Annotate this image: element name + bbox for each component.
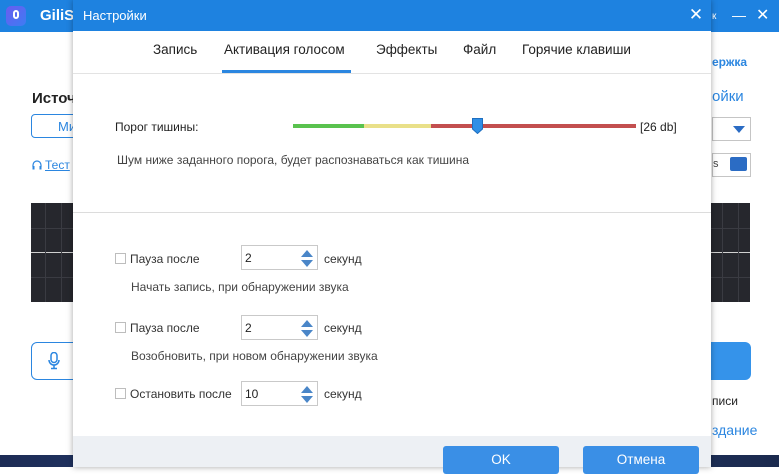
- stepper-up-icon[interactable]: [300, 319, 314, 328]
- pause-after-start-checkbox[interactable]: [115, 253, 126, 264]
- pause-after-start-description: Начать запись, при обнаружении звука: [131, 280, 349, 294]
- tab-voice-activation[interactable]: Активация голосом: [224, 42, 345, 57]
- minimize-icon[interactable]: —: [732, 7, 746, 23]
- tab-record[interactable]: Запись: [153, 42, 197, 57]
- pause-after-start-unit: секунд: [324, 252, 362, 266]
- background-dropdown[interactable]: [712, 117, 751, 141]
- background-support-link[interactable]: ержка: [712, 55, 747, 69]
- stepper-up-icon[interactable]: [300, 249, 314, 258]
- close-icon[interactable]: ✕: [756, 5, 769, 25]
- pause-after-start-label: Пауза после: [130, 252, 200, 266]
- headphones-icon: [32, 160, 42, 170]
- silence-threshold-value: [26 db]: [640, 120, 677, 134]
- stepper-value: 2: [245, 321, 252, 335]
- background-records-label: писи: [712, 394, 738, 408]
- background-start-button[interactable]: [710, 342, 751, 380]
- dialog-title: Настройки: [83, 8, 147, 23]
- stepper-value: 2: [245, 251, 252, 265]
- app-logo-icon: [6, 6, 26, 26]
- pause-after-resume-checkbox[interactable]: [115, 322, 126, 333]
- tab-file[interactable]: Файл: [463, 42, 496, 57]
- slider-thumb[interactable]: [472, 118, 483, 134]
- stop-after-label: Остановить после: [130, 387, 232, 401]
- dialog-titlebar: Настройки ✕: [73, 0, 711, 31]
- stepper-down-icon[interactable]: [300, 329, 314, 338]
- background-test-link-label: Тест: [45, 158, 70, 172]
- pause-after-resume-description: Возобновить, при новом обнаружении звука: [131, 349, 378, 363]
- pause-after-resume-label: Пауза после: [130, 321, 200, 335]
- chevron-down-icon: [733, 126, 745, 133]
- background-source-heading: Источ: [32, 90, 76, 107]
- settings-dialog: Настройки ✕ Запись Активация голосом Эфф…: [73, 0, 711, 474]
- background-waveform-panel-left: [31, 203, 76, 302]
- silence-threshold-hint: Шум ниже заданного порога, будет распозн…: [117, 153, 470, 167]
- tab-effects[interactable]: Эффекты: [376, 42, 437, 57]
- background-path-text: s: [713, 158, 719, 170]
- pause-after-start-stepper[interactable]: 2: [241, 245, 318, 270]
- silence-threshold-label: Порог тишины:: [115, 120, 199, 134]
- section-divider: [73, 212, 711, 213]
- active-tab-indicator: [222, 70, 351, 73]
- close-icon[interactable]: ✕: [685, 4, 707, 26]
- microphone-icon: [48, 352, 60, 370]
- background-test-link[interactable]: Тест: [32, 158, 70, 172]
- folder-icon[interactable]: [730, 157, 747, 171]
- cancel-button[interactable]: Отмена: [583, 446, 699, 474]
- pause-after-resume-unit: секунд: [324, 321, 362, 335]
- slider-low-segment: [293, 124, 364, 128]
- stepper-down-icon[interactable]: [300, 259, 314, 268]
- stepper-value: 10: [245, 387, 259, 401]
- silence-threshold-slider[interactable]: [293, 118, 636, 134]
- background-schedule-link[interactable]: здание: [712, 422, 757, 438]
- settings-tabs: Запись Активация голосом Эффекты Файл Го…: [73, 31, 711, 74]
- background-waveform-panel-right: [710, 203, 750, 302]
- stop-after-checkbox[interactable]: [115, 388, 126, 399]
- slider-high-segment: [431, 124, 636, 128]
- background-titlebar-text: к: [712, 11, 717, 22]
- stop-after-unit: секунд: [324, 387, 362, 401]
- stepper-up-icon[interactable]: [300, 385, 314, 394]
- slider-mid-segment: [364, 124, 431, 128]
- background-settings-link[interactable]: ойки: [712, 88, 744, 105]
- stop-after-stepper[interactable]: 10: [241, 381, 318, 406]
- tab-hotkeys[interactable]: Горячие клавиши: [522, 42, 631, 57]
- stepper-down-icon[interactable]: [300, 395, 314, 404]
- background-app-title: GiliS: [40, 7, 75, 24]
- ok-button[interactable]: OK: [443, 446, 559, 474]
- pause-after-resume-stepper[interactable]: 2: [241, 315, 318, 340]
